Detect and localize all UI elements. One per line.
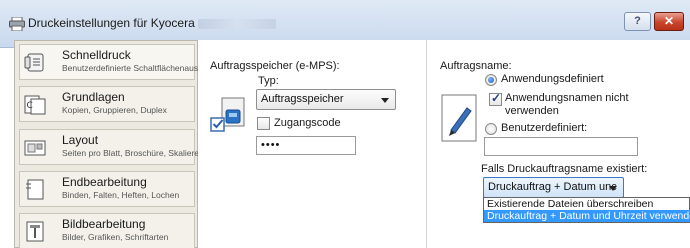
help-button[interactable]: ? — [624, 12, 651, 31]
sidebar-item-label: Endbearbeitung — [62, 175, 147, 189]
if-exists-select[interactable]: Druckauftrag + Datum unc — [483, 177, 624, 198]
sidebar-item-sub: Binden, Falten, Heften, Lochen — [62, 190, 180, 200]
app-defined-label: Anwendungsdefiniert — [501, 73, 604, 85]
layout-icon — [24, 140, 46, 156]
sidebar-item-bildbearbeitung[interactable]: Bildbearbeitung Bilder, Grafiken, Schrif… — [19, 213, 195, 248]
dropdown-option-overwrite[interactable]: Existierende Dateien überschreiben — [484, 198, 690, 210]
type-label: Typ: — [258, 75, 279, 87]
sidebar-item-sub: Benutzerdefinierte Schaltflächenauswahl — [62, 63, 216, 73]
sidebar-item-label: Layout — [62, 133, 99, 147]
access-code-input[interactable]: •••• — [256, 136, 356, 155]
type-select-value: Auftragsspeicher — [261, 93, 344, 105]
sidebar: Schnelldruck Benutzerdefinierte Schaltfl… — [14, 40, 216, 248]
user-defined-radio[interactable] — [485, 123, 497, 135]
sidebar-item-label: Grundlagen — [62, 90, 125, 104]
job-storage-heading: Auftragsspeicher (e-MPS): — [210, 60, 340, 72]
sidebar-item-grundlagen[interactable]: C Grundlagen Kopien, Gruppieren, Duplex — [19, 86, 195, 122]
job-name-heading: Auftragsname: — [440, 60, 512, 72]
quick-print-icon — [24, 53, 44, 72]
no-app-name-label-line2: verwenden — [505, 105, 559, 117]
sidebar-item-schnelldruck[interactable]: Schnelldruck Benutzerdefinierte Schaltfl… — [19, 44, 216, 80]
sidebar-item-sub: Bilder, Grafiken, Schriftarten — [62, 232, 169, 242]
if-exists-label: Falls Druckauftragsname existiert: — [481, 163, 648, 175]
sidebar-item-label: Bildbearbeitung — [62, 217, 146, 231]
close-button[interactable]: ✕ — [654, 12, 684, 31]
chevron-down-icon — [381, 98, 389, 103]
sidebar-item-label: Schnelldruck — [62, 48, 131, 62]
no-app-name-label-line1: Anwendungsnamen nicht — [505, 92, 629, 104]
window-title: Druckeinstellungen für Kyocera — [28, 16, 276, 30]
sidebar-item-sub: Seiten pro Blatt, Broschüre, Skalieren — [62, 148, 204, 158]
if-exists-dropdown-list: Existierende Dateien überschreiben Druck… — [483, 197, 690, 223]
sidebar-item-sub: Kopien, Gruppieren, Duplex — [62, 105, 167, 115]
user-defined-input[interactable] — [484, 137, 638, 156]
chevron-down-icon — [609, 186, 617, 191]
printer-icon — [9, 17, 25, 31]
sidebar-item-endbearbeitung[interactable]: Endbearbeitung Binden, Falten, Heften, L… — [19, 171, 195, 207]
dropdown-option-date-time[interactable]: Druckauftrag + Datum und Uhrzeit verwend… — [484, 210, 690, 222]
no-app-name-checkbox[interactable] — [489, 91, 502, 106]
app-defined-radio[interactable] — [485, 74, 497, 86]
if-exists-select-value: Druckauftrag + Datum unc — [488, 181, 617, 193]
redacted-model-name — [197, 18, 276, 29]
access-code-checkbox[interactable] — [257, 117, 270, 130]
finishing-icon — [26, 179, 44, 200]
edit-job-name-icon — [441, 94, 477, 142]
type-select[interactable]: Auftragsspeicher — [256, 89, 396, 110]
svg-text:C: C — [27, 101, 33, 111]
access-code-label: Zugangscode — [274, 117, 341, 129]
sidebar-item-layout[interactable]: Layout Seiten pro Blatt, Broschüre, Skal… — [19, 129, 204, 165]
user-defined-label: Benutzerdefiniert: — [501, 122, 588, 134]
basics-icon: C — [24, 95, 46, 115]
job-storage-icon — [210, 97, 245, 132]
imaging-icon — [26, 221, 44, 242]
